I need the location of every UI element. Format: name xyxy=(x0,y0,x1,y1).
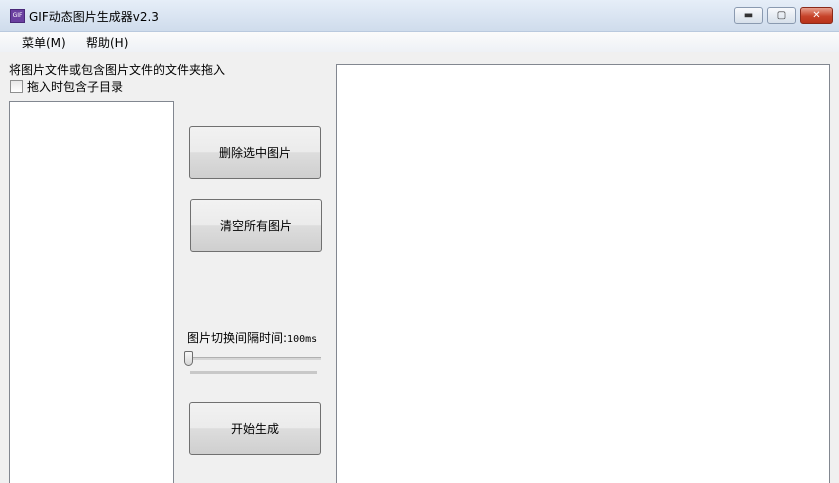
close-button[interactable]: ✕ xyxy=(800,7,833,24)
start-generate-label: 开始生成 xyxy=(230,422,279,436)
interval-label-text: 图片切换间隔时间: xyxy=(187,331,288,345)
clear-all-button[interactable]: 清空所有图片 xyxy=(190,199,322,252)
maximize-button[interactable]: ▢ xyxy=(767,7,796,24)
include-subdirs-label[interactable]: 拖入时包含子目录 xyxy=(27,78,123,95)
delete-selected-label: 删除选中图片 xyxy=(218,146,291,160)
start-generate-button[interactable]: 开始生成 xyxy=(189,402,321,455)
menu-item-help[interactable]: 帮助(H) xyxy=(84,34,130,51)
minimize-button[interactable]: ▬ xyxy=(734,7,763,24)
interval-label: 图片切换间隔时间:100ms xyxy=(187,329,317,346)
clear-all-label: 清空所有图片 xyxy=(219,219,292,233)
drop-instruction: 将图片文件或包含图片文件的文件夹拖入 xyxy=(9,63,226,77)
interval-slider-thumb[interactable] xyxy=(184,351,193,366)
menu-item-menu[interactable]: 菜单(M) xyxy=(20,34,68,51)
title-bar: GIF GIF动态图片生成器v2.3 ▬ ▢ ✕ xyxy=(0,0,839,32)
gif-app-icon: GIF xyxy=(10,9,25,23)
interval-value: 100ms xyxy=(287,334,318,345)
interval-slider-ticks xyxy=(190,371,317,374)
menu-bar: 菜单(M) 帮助(H) xyxy=(0,32,839,52)
gif-preview-panel xyxy=(336,64,830,483)
interval-slider-track[interactable] xyxy=(190,357,321,360)
window-title: GIF动态图片生成器v2.3 xyxy=(29,10,159,24)
image-file-list[interactable] xyxy=(9,101,174,483)
include-subdirs-checkbox[interactable] xyxy=(10,80,23,93)
delete-selected-button[interactable]: 删除选中图片 xyxy=(189,126,321,179)
